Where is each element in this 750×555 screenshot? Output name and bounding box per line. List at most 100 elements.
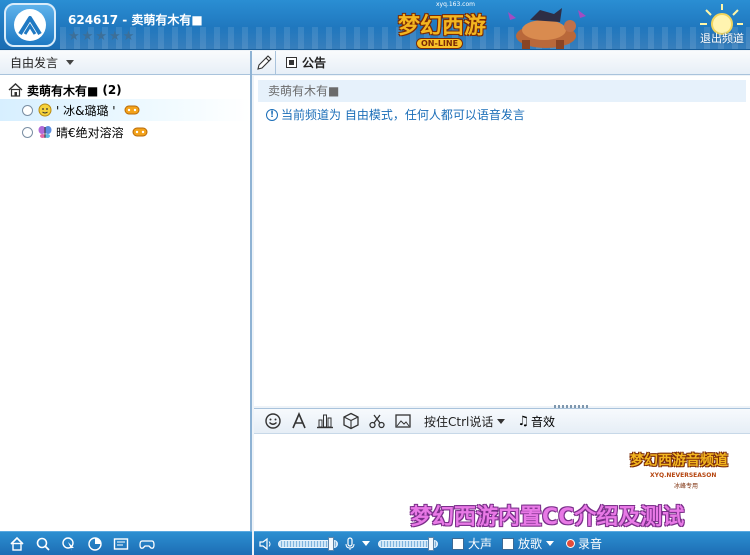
- emoji-button[interactable]: [260, 410, 286, 432]
- mic-volume-slider[interactable]: [378, 536, 438, 551]
- gamepad-icon: [124, 105, 140, 115]
- watermark-caption: 梦幻西游内置CC介绍及测试: [410, 505, 685, 530]
- channel-logo: 梦幻西游音频道 XYQ.NEVERSEASON 冰峰专用: [630, 450, 748, 490]
- title-bar: 624617 - 卖萌有木有■ ★ ★ ★ ★ ★ xyq.163.com 梦幻…: [0, 0, 750, 50]
- chart-button[interactable]: [312, 410, 338, 432]
- notice-board-button[interactable]: [112, 535, 130, 553]
- speaker-button[interactable]: [258, 536, 274, 552]
- gamepad-icon: [139, 539, 155, 549]
- speaker-icon: [259, 537, 271, 550]
- game-button[interactable]: [138, 535, 156, 553]
- member-row[interactable]: 晴€绝对溶溶: [0, 121, 250, 143]
- cc-logo[interactable]: [4, 3, 56, 47]
- loud-label: 大声: [468, 537, 493, 551]
- search-icon: [36, 537, 50, 551]
- game-logo-url: xyq.163.com: [436, 1, 475, 8]
- speak-mode-dropdown[interactable]: 自由发言: [0, 51, 250, 75]
- channel-logo-tag: 冰峰专用: [674, 483, 699, 490]
- slider-knob[interactable]: [328, 536, 334, 551]
- channel-logo-title: 梦幻西游音频道: [630, 453, 728, 469]
- member-name: ' 冰&璐璐 ': [56, 103, 116, 118]
- star-icon: ★: [108, 29, 121, 44]
- cc-logo-icon: [18, 16, 42, 36]
- chevron-down-icon[interactable]: [362, 541, 370, 546]
- record-label: 录音: [578, 537, 603, 551]
- butterfly-icon: [38, 126, 52, 138]
- game-logo-title: 梦幻西游: [398, 13, 487, 39]
- tab-notice-label: 公告: [302, 56, 327, 70]
- smiley-face-icon: [38, 103, 52, 117]
- font-button[interactable]: [286, 410, 312, 432]
- play-music-label: 放歌: [518, 537, 543, 551]
- settings-button[interactable]: [86, 535, 104, 553]
- bar-chart-icon: [317, 414, 333, 429]
- speak-mode-label: 自由发言: [10, 56, 59, 70]
- member-name: 晴€绝对溶溶: [56, 125, 124, 140]
- left-toolbar: [0, 531, 252, 555]
- music-note-icon: ♫: [517, 413, 530, 429]
- notice-content: 卖萌有木有■: [258, 80, 746, 102]
- pie-settings-icon: [88, 536, 102, 551]
- slider-knob[interactable]: [428, 536, 434, 551]
- game-logo: xyq.163.com 梦幻西游 ON-LINE: [398, 1, 498, 49]
- smiley-icon: [265, 413, 281, 429]
- audio-toolbar: 大声 放歌 录音: [254, 531, 750, 555]
- sound-effects-button[interactable]: ♫ 音效: [517, 413, 555, 430]
- microphone-button[interactable]: [342, 536, 358, 552]
- channel-title: 624617 - 卖萌有木有■: [68, 13, 203, 27]
- push-to-talk-label: 按住Ctrl说话: [424, 414, 494, 429]
- image-icon: [395, 414, 411, 428]
- mascot-creature-icon: [508, 8, 586, 49]
- info-icon: !: [266, 108, 278, 121]
- star-icon: ★: [68, 29, 80, 44]
- play-music-checkbox[interactable]: 放歌: [502, 535, 542, 552]
- checkbox[interactable]: [452, 537, 464, 550]
- push-to-talk-dropdown[interactable]: 按住Ctrl说话: [424, 413, 506, 430]
- image-button[interactable]: [390, 410, 416, 432]
- scissors-button[interactable]: [364, 410, 390, 432]
- chat-message-area[interactable]: 卖萌有木有■ ! 当前频道为 自由模式，任何人都可以语音发言: [254, 76, 750, 406]
- member-radio[interactable]: [22, 104, 33, 116]
- game-logo-subtitle: ON-LINE: [416, 38, 464, 49]
- notice-icon: [286, 57, 297, 68]
- checkbox[interactable]: [502, 537, 515, 550]
- home-button[interactable]: [8, 535, 26, 553]
- speaker-volume-slider[interactable]: [278, 536, 338, 551]
- channel-logo-subtitle: XYQ.NEVERSEASON: [650, 472, 717, 479]
- message-input[interactable]: 梦幻西游音频道 XYQ.NEVERSEASON 冰峰专用 梦幻西游内置CC介绍及…: [254, 434, 750, 531]
- edit-notice-button[interactable]: [252, 50, 276, 75]
- locate-cursor-icon: [62, 536, 74, 551]
- locate-button[interactable]: [60, 535, 78, 553]
- gamepad-icon: [132, 127, 148, 137]
- member-panel: 自由发言 卖萌有木有■ (2) ' 冰&璐璐 ' 晴€绝对溶溶: [0, 51, 252, 531]
- member-radio[interactable]: [22, 126, 33, 138]
- channel-node[interactable]: 卖萌有木有■ (2): [8, 81, 250, 99]
- search-button[interactable]: [34, 535, 52, 553]
- dice-button[interactable]: [338, 410, 364, 432]
- system-message-text: 当前频道为 自由模式，任何人都可以语音发言: [281, 108, 525, 122]
- channel-level-stars: ★ ★ ★ ★ ★: [68, 30, 134, 44]
- home-icon: [10, 536, 24, 551]
- star-icon: ★: [81, 29, 94, 44]
- record-dot-icon: [566, 539, 576, 548]
- system-message: ! 当前频道为 自由模式，任何人都可以语音发言: [266, 106, 750, 123]
- chevron-down-icon: [66, 60, 75, 65]
- loud-checkbox[interactable]: 大声: [452, 535, 492, 552]
- member-row[interactable]: ' 冰&璐璐 ': [0, 99, 250, 121]
- tab-notice[interactable]: 公告: [286, 54, 326, 71]
- sound-effects-label: 音效: [531, 414, 556, 429]
- dice-icon: [343, 412, 359, 430]
- channel-member-count: (2): [102, 83, 122, 97]
- record-button[interactable]: 录音: [566, 535, 602, 552]
- board-icon: [113, 537, 129, 550]
- exit-channel-button[interactable]: 退出频道: [700, 30, 744, 46]
- chevron-down-icon[interactable]: [546, 541, 555, 546]
- font-a-icon: [292, 412, 306, 429]
- scissors-icon: [369, 414, 385, 429]
- pencil-icon: [256, 54, 272, 70]
- notice-header: 公告: [252, 50, 750, 75]
- star-icon: ★: [95, 29, 107, 44]
- channel-name: 卖萌有木有■: [27, 83, 99, 98]
- chevron-down-icon: [497, 418, 506, 424]
- star-icon: ★: [122, 29, 135, 44]
